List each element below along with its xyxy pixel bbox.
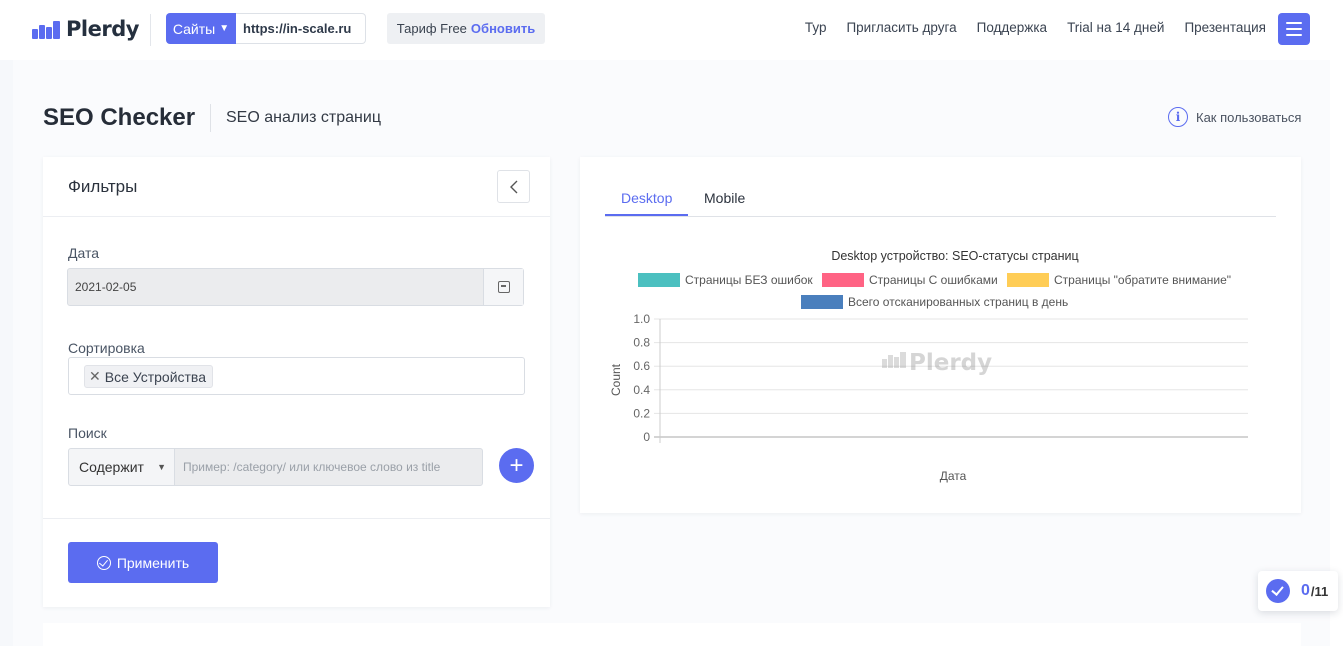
legend-label-attention: Страницы "обратите внимание"	[1054, 273, 1231, 287]
legend: Страницы БЕЗ ошибок Страницы С ошибками …	[638, 273, 1231, 309]
plerdy-logo-icon	[32, 21, 60, 39]
date-label: Дата	[68, 245, 100, 261]
remove-tag-icon[interactable]: ✕	[89, 368, 101, 385]
top-bar: Plerdy Сайты ▼ https://in-scale.ru Тариф…	[0, 0, 1343, 60]
nav-trial-link[interactable]: Trial на 14 дней	[1067, 20, 1164, 35]
plus-icon: +	[509, 451, 524, 479]
check-circle-icon	[96, 555, 111, 570]
top-nav: Тур Пригласить друга Поддержка Trial на …	[805, 20, 1266, 35]
calendar-icon	[497, 281, 510, 293]
chart-panel: Desktop Mobile Desktop устройство: SEO-с…	[580, 157, 1301, 513]
legend-swatch-attention	[1007, 273, 1049, 287]
nav-presentation-link[interactable]: Презентация	[1184, 20, 1266, 35]
chevron-down-icon: ▼	[219, 23, 230, 34]
legend-swatch-total	[801, 295, 843, 309]
search-input[interactable]	[174, 448, 483, 486]
tab-mobile[interactable]: Mobile	[704, 190, 745, 206]
page-title: SEO Checker	[43, 104, 196, 131]
filters-title: Фильтры	[68, 177, 138, 196]
progress-total: /11	[1310, 583, 1329, 599]
x-axis-label: Дата	[940, 469, 967, 483]
plerdy-watermark: Plerdy	[882, 350, 992, 376]
filters-panel: Фильтры Дата 2021-02-05 Сортировка ✕ Все…	[43, 157, 550, 607]
divider	[43, 216, 550, 217]
hamburger-icon	[1286, 22, 1302, 24]
active-tab-indicator	[605, 214, 688, 216]
sort-tag: ✕ Все Устройства	[84, 365, 213, 388]
legend-swatch-no-errors	[638, 273, 680, 287]
sort-select[interactable]: ✕ Все Устройства	[68, 357, 525, 395]
collapse-filters-button[interactable]	[497, 170, 530, 203]
info-icon: i	[1168, 107, 1188, 127]
tariff-badge: Тариф Free Обновить	[387, 13, 545, 44]
apply-button[interactable]: Применить	[68, 542, 218, 583]
device-tabs: Desktop Mobile	[605, 183, 1276, 217]
search-mode-value: Содержит	[79, 459, 144, 475]
divider	[43, 518, 550, 519]
hamburger-menu-button[interactable]	[1278, 13, 1310, 45]
nav-invite-link[interactable]: Пригласить друга	[846, 20, 956, 35]
tariff-label: Тариф Free	[396, 21, 467, 36]
search-mode-select[interactable]: Содержит ▼	[68, 448, 175, 486]
sites-dropdown-button[interactable]: Сайты ▼	[166, 13, 236, 44]
apply-label: Применить	[116, 554, 190, 571]
legend-label-no-errors: Страницы БЕЗ ошибок	[685, 273, 813, 287]
legend-label-errors: Страницы С ошибками	[869, 273, 998, 287]
upgrade-link[interactable]: Обновить	[471, 21, 535, 36]
sort-label: Сортировка	[68, 340, 145, 356]
progress-done: 0	[1301, 582, 1310, 599]
chart-grid	[654, 318, 1248, 443]
scrollbar-track[interactable]	[1330, 60, 1343, 646]
divider	[150, 14, 151, 46]
title-divider	[210, 104, 211, 132]
nav-tour-link[interactable]: Тур	[805, 20, 827, 35]
how-to-use-link[interactable]: i Как пользоваться	[1168, 107, 1301, 127]
y-tick-label: 0.6	[633, 359, 650, 373]
chevron-left-icon	[509, 180, 517, 193]
logo-text: Plerdy	[66, 17, 139, 41]
check-icon	[1266, 579, 1290, 603]
y-tick-label: 0	[643, 430, 650, 444]
how-to-use-label: Как пользоваться	[1196, 109, 1302, 125]
legend-swatch-errors	[822, 273, 864, 287]
nav-support-link[interactable]: Поддержка	[977, 20, 1047, 35]
onboarding-progress-badge[interactable]: 0 /11	[1258, 571, 1338, 611]
date-field[interactable]: 2021-02-05	[67, 268, 524, 306]
results-panel	[43, 623, 1301, 646]
y-tick-label: 1.0	[633, 312, 650, 326]
y-axis-ticks: 1.0 0.8 0.6 0.4 0.2 0	[633, 312, 650, 444]
chart-title: Desktop устройство: SEO-статусы страниц	[831, 249, 1078, 263]
y-tick-label: 0.2	[633, 406, 650, 420]
plerdy-logo[interactable]: Plerdy	[32, 15, 139, 43]
current-site-url[interactable]: https://in-scale.ru	[236, 13, 366, 44]
y-axis-label: Count	[609, 363, 623, 396]
add-filter-button[interactable]: +	[499, 448, 534, 483]
calendar-button[interactable]	[483, 269, 523, 305]
legend-label-total: Всего отсканированных страниц в день	[848, 295, 1068, 309]
y-tick-label: 0.4	[633, 383, 650, 397]
sort-tag-label: Все Устройства	[104, 368, 206, 385]
search-label: Поиск	[68, 425, 107, 441]
page-subtitle: SEO анализ страниц	[226, 109, 381, 126]
caret-down-icon: ▼	[157, 462, 166, 472]
watermark-text: Plerdy	[909, 350, 992, 376]
tab-desktop[interactable]: Desktop	[621, 190, 672, 206]
sites-label: Сайты	[172, 20, 216, 37]
seo-status-chart: Desktop устройство: SEO-статусы страниц …	[609, 249, 1248, 483]
date-value: 2021-02-05	[75, 280, 137, 294]
y-tick-label: 0.8	[633, 336, 650, 350]
